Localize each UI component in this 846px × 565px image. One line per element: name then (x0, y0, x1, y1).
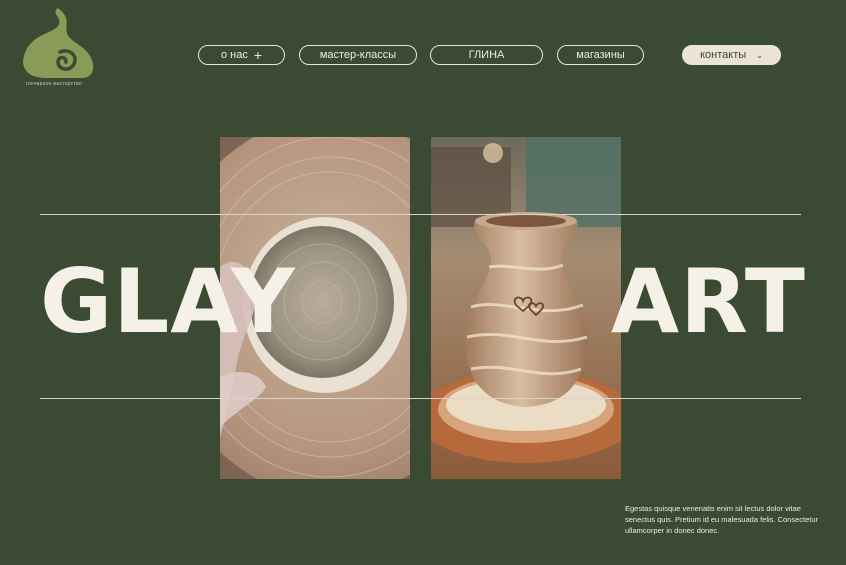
nav-item-about-label: о нас (220, 49, 248, 61)
nav-item-about[interactable]: о нас + (198, 45, 285, 65)
nav-item-clay[interactable]: ГЛИНА (430, 45, 543, 65)
description-text: Egestas quisque venenatis enim sit lectu… (625, 504, 819, 535)
nav-item-workshops[interactable]: мастер-классы (299, 45, 417, 65)
main-nav: о нас + мастер-классы ГЛИНА магазины кон… (0, 45, 846, 67)
photo-vase-on-wheel (431, 137, 621, 479)
chevron-down-icon: ⌄ (756, 50, 763, 60)
nav-item-shops-label: магазины (576, 49, 625, 61)
plus-icon: + (253, 47, 263, 63)
divider-top (40, 214, 801, 215)
nav-item-shops[interactable]: магазины (557, 45, 644, 65)
brand-caption: гончарное мастерство (26, 81, 82, 87)
hero-word-right: ART (611, 250, 806, 353)
contacts-button-label: контакты (700, 49, 747, 61)
hero-word-left: GLAY (40, 250, 296, 353)
nav-item-workshops-label: мастер-классы (319, 49, 397, 61)
contacts-button[interactable]: контакты ⌄ (682, 45, 781, 65)
nav-item-clay-label: ГЛИНА (468, 49, 505, 61)
divider-bottom (40, 398, 801, 399)
